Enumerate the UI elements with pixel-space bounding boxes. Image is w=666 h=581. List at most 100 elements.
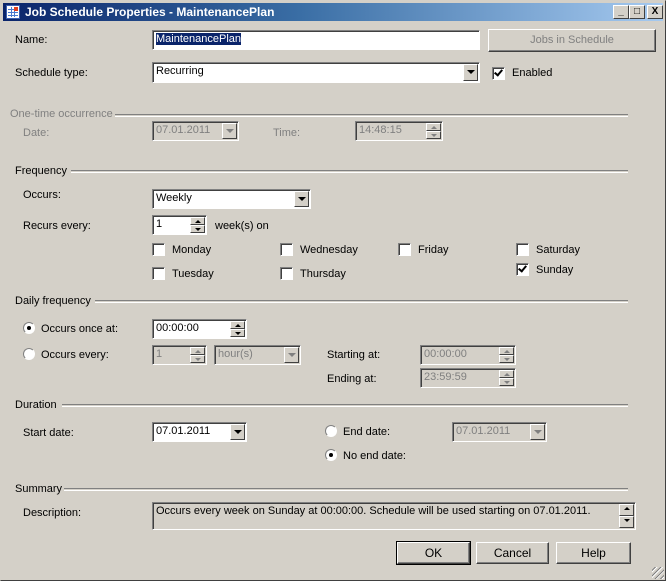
- occurs-every-label: Occurs every:: [41, 349, 109, 361]
- occurs-value: Weekly: [156, 192, 192, 204]
- spin-up-icon: [499, 347, 514, 355]
- spin-down-icon: [190, 225, 205, 233]
- name-input[interactable]: MaintenancePlan: [152, 30, 480, 50]
- one-time-date-label: Date:: [23, 127, 50, 139]
- start-date-label: Start date:: [23, 427, 74, 439]
- spin-up-icon: [426, 123, 441, 131]
- end-date-value: 07.01.2011: [456, 425, 511, 437]
- occurs-every-radio[interactable]: [23, 348, 35, 360]
- spin-down-icon: [230, 329, 245, 337]
- end-date-radio[interactable]: [325, 425, 337, 437]
- starting-at-input[interactable]: 00:00:00: [420, 345, 516, 365]
- every-spinner[interactable]: [190, 347, 205, 363]
- friday-label: Friday: [418, 244, 449, 256]
- spin-down-icon: [426, 131, 441, 139]
- enabled-checkbox[interactable]: [492, 67, 505, 80]
- occurs-every-unit-dropdown[interactable]: hour(s): [214, 345, 301, 365]
- frequency-divider: [71, 170, 628, 173]
- occurs-once-radio[interactable]: [23, 322, 35, 334]
- ending-at-label: Ending at:: [327, 373, 377, 385]
- cancel-button[interactable]: Cancel: [476, 542, 549, 564]
- end-date-label: End date:: [343, 426, 391, 438]
- one-time-date-picker[interactable]: 07.01.2011: [152, 121, 239, 141]
- one-time-date-value: 07.01.2011: [156, 124, 211, 136]
- occurs-label: Occurs:: [23, 189, 61, 201]
- frequency-header: Frequency: [15, 165, 67, 177]
- occurs-every-input[interactable]: 1: [152, 345, 207, 365]
- resize-grip-icon[interactable]: [652, 567, 664, 579]
- window-title: Job Schedule Properties - MaintenancePla…: [25, 5, 275, 19]
- end-date-picker[interactable]: 07.01.2011: [452, 422, 547, 442]
- duration-divider: [62, 404, 628, 407]
- occurs-every-value: 1: [156, 348, 163, 360]
- occurs-once-label: Occurs once at:: [41, 323, 119, 335]
- no-end-date-radio[interactable]: [325, 449, 337, 461]
- daily-frequency-header: Daily frequency: [15, 295, 91, 307]
- summary-divider: [64, 488, 628, 491]
- start-date-picker[interactable]: 07.01.2011: [152, 422, 247, 442]
- chevron-down-icon[interactable]: [463, 64, 478, 81]
- duration-header: Duration: [15, 399, 57, 411]
- one-time-divider: [115, 114, 628, 117]
- ending-at-value: 23:59:59: [424, 371, 467, 383]
- description-value: Occurs every week on Sunday at 00:00:00.…: [156, 505, 591, 517]
- title-bar[interactable]: Job Schedule Properties - MaintenancePla…: [3, 3, 663, 21]
- tuesday-checkbox[interactable]: [152, 267, 165, 280]
- chevron-down-icon[interactable]: [230, 424, 245, 440]
- chevron-down-icon[interactable]: [530, 424, 545, 440]
- friday-checkbox[interactable]: [398, 243, 411, 256]
- jobs-in-schedule-button[interactable]: Jobs in Schedule: [488, 29, 656, 52]
- schedule-type-dropdown[interactable]: Recurring: [152, 62, 480, 83]
- saturday-label: Saturday: [536, 244, 581, 256]
- start-date-value: 07.01.2011: [156, 425, 211, 437]
- recurs-every-input[interactable]: 1: [152, 215, 207, 235]
- help-button[interactable]: Help: [556, 542, 631, 564]
- maximize-button[interactable]: □: [629, 5, 645, 19]
- description-textbox[interactable]: Occurs every week on Sunday at 00:00:00.…: [152, 502, 636, 530]
- chevron-down-icon[interactable]: [222, 123, 237, 139]
- monday-checkbox[interactable]: [152, 243, 165, 256]
- name-value: MaintenancePlan: [156, 33, 242, 45]
- enabled-label: Enabled: [512, 67, 553, 79]
- description-label: Description:: [23, 507, 82, 519]
- scroll-up-icon: [619, 504, 634, 516]
- starting-at-label: Starting at:: [327, 349, 381, 361]
- thursday-checkbox[interactable]: [280, 267, 293, 280]
- schedule-type-value: Recurring: [156, 65, 204, 77]
- minimize-button[interactable]: _: [613, 5, 629, 19]
- spin-up-icon: [230, 321, 245, 329]
- monday-label: Monday: [172, 244, 212, 256]
- ending-at-input[interactable]: 23:59:59: [420, 368, 516, 388]
- one-time-time-input[interactable]: 14:48:15: [355, 121, 443, 141]
- saturday-checkbox[interactable]: [516, 243, 529, 256]
- occurs-once-value: 00:00:00: [156, 322, 199, 334]
- occurs-once-time-input[interactable]: 00:00:00: [152, 319, 247, 339]
- once-time-spinner[interactable]: [230, 321, 245, 337]
- time-spinner[interactable]: [426, 123, 441, 139]
- occurs-dropdown[interactable]: Weekly: [152, 189, 311, 209]
- starting-at-value: 00:00:00: [424, 348, 467, 360]
- chevron-down-icon[interactable]: [294, 191, 309, 207]
- spin-up-icon: [190, 347, 205, 355]
- ok-button[interactable]: OK: [396, 541, 471, 565]
- wednesday-checkbox[interactable]: [280, 243, 293, 256]
- sunday-label: Sunday: [536, 264, 574, 276]
- chevron-down-icon[interactable]: [284, 347, 299, 363]
- sunday-checkbox[interactable]: [516, 263, 529, 276]
- daily-frequency-divider: [95, 300, 628, 303]
- thursday-label: Thursday: [300, 268, 346, 280]
- occurs-every-unit-value: hour(s): [218, 348, 253, 360]
- spin-down-icon: [499, 378, 514, 386]
- spin-down-icon: [190, 355, 205, 363]
- recurs-every-label: Recurs every:: [23, 220, 91, 232]
- tuesday-label: Tuesday: [172, 268, 214, 280]
- starting-spinner[interactable]: [499, 347, 514, 363]
- recurs-spinner[interactable]: [190, 217, 205, 233]
- one-time-header: One-time occurrence: [10, 108, 113, 120]
- no-end-date-label: No end date:: [343, 450, 406, 462]
- close-button[interactable]: X: [647, 5, 663, 19]
- schedule-type-label: Schedule type:: [15, 67, 88, 79]
- scroll-down-icon: [619, 516, 634, 528]
- description-scrollbar[interactable]: [619, 504, 634, 528]
- ending-spinner[interactable]: [499, 370, 514, 386]
